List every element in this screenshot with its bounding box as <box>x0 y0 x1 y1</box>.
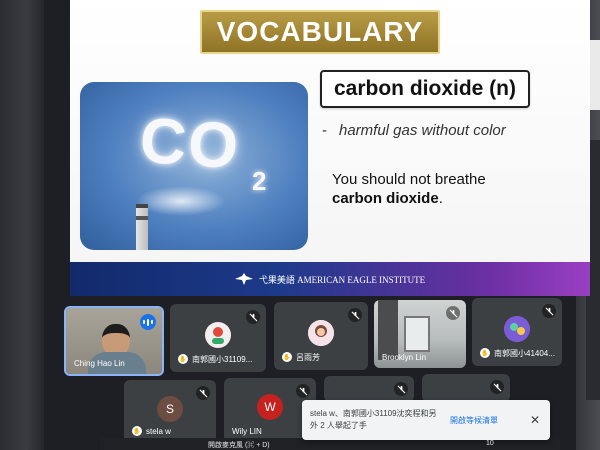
participant-tile-ching-hao-lin[interactable]: Ching Hao Lin <box>64 306 164 376</box>
hand-raised-icon: ✋ <box>178 354 188 364</box>
mic-off-icon <box>394 382 408 396</box>
participant-tile-partial-2[interactable] <box>422 374 510 402</box>
slide-footer: 弋果美語 AMERICAN EAGLE INSTITUTE <box>70 262 590 296</box>
mic-off-icon <box>196 386 210 400</box>
mic-off-icon <box>490 380 504 394</box>
hand-raised-icon: ✋ <box>480 348 490 358</box>
toast-message: stela w、南郭國小31109沈奕程和另外 2 人舉起了手 <box>310 409 437 430</box>
mic-off-icon <box>296 384 310 398</box>
avatar: S <box>157 396 183 422</box>
co2-image: CO 2 <box>80 82 308 250</box>
participant-count: 10 <box>486 440 494 447</box>
co2-image-subscript: 2 <box>252 166 267 196</box>
definition-dash: - <box>322 122 327 139</box>
slide-banner: VOCABULARY <box>200 10 440 54</box>
participant-name: Ching Hao Lin <box>74 359 125 368</box>
chimney <box>136 204 148 250</box>
raised-hands-toast: stela w、南郭國小31109沈奕程和另外 2 人舉起了手 開啟等候清單 ✕ <box>302 400 550 440</box>
monitor-bezel-left <box>0 0 44 450</box>
mic-off-icon <box>348 308 362 322</box>
example-line-1: You should not breathe <box>332 171 486 188</box>
eagle-logo-icon <box>234 273 253 285</box>
word-definition: - harmful gas without color <box>322 122 506 139</box>
participant-tile-41404[interactable]: ✋ 南郭國小41404... <box>472 298 562 366</box>
vocabulary-word: carbon dioxide (n) <box>320 70 530 108</box>
participant-name: Brooklyn Lin <box>382 353 427 362</box>
participant-name: stela w <box>146 426 171 436</box>
example-period: . <box>438 190 443 207</box>
participant-tile-31109[interactable]: ✋ 南郭國小31109... <box>170 304 266 372</box>
participant-tile-stela-w[interactable]: S ✋ stela w <box>124 380 216 444</box>
room-window <box>404 316 430 352</box>
example-bold-word: carbon dioxide <box>332 190 439 207</box>
mic-off-icon <box>542 304 556 318</box>
room-door <box>378 300 398 360</box>
chimney-stripe <box>136 216 148 220</box>
presentation-slide: VOCABULARY carbon dioxide (n) CO 2 - harm… <box>70 0 590 296</box>
close-icon[interactable]: ✕ <box>528 413 542 427</box>
participant-name: 呂雨芳 <box>296 352 320 362</box>
open-queue-link[interactable]: 開啟等候清單 <box>450 415 498 426</box>
definition-text: harmful gas without color <box>339 122 506 139</box>
avatar <box>504 316 530 342</box>
participant-tile-lu-yu-fang[interactable]: ✋ 呂雨芳 <box>274 302 368 370</box>
participant-tile-brooklyn-lin[interactable]: Brooklyn Lin <box>374 300 466 368</box>
participant-tile-partial[interactable] <box>324 376 414 402</box>
institute-name: 弋果美語 AMERICAN EAGLE INSTITUTE <box>258 274 426 285</box>
hand-raised-icon: ✋ <box>132 426 142 436</box>
avatar <box>308 320 334 346</box>
participant-name: Wily LIN <box>232 427 262 436</box>
microphone-tooltip: 開啟麥克風 (⌘ + D) <box>208 442 270 449</box>
hand-raised-icon: ✋ <box>282 352 292 362</box>
example-sentence: You should not breathe carbon dioxide. <box>332 170 552 208</box>
participant-name: 南郭國小31109... <box>192 354 253 364</box>
speaking-indicator-icon <box>140 314 156 330</box>
smoke-cloud <box>136 186 226 216</box>
co2-image-text: CO <box>137 103 243 183</box>
mic-off-icon <box>446 306 460 320</box>
participant-name: 南郭國小41404... <box>494 348 555 358</box>
mic-off-icon <box>246 310 260 324</box>
avatar <box>205 322 231 348</box>
avatar: W <box>257 394 283 420</box>
